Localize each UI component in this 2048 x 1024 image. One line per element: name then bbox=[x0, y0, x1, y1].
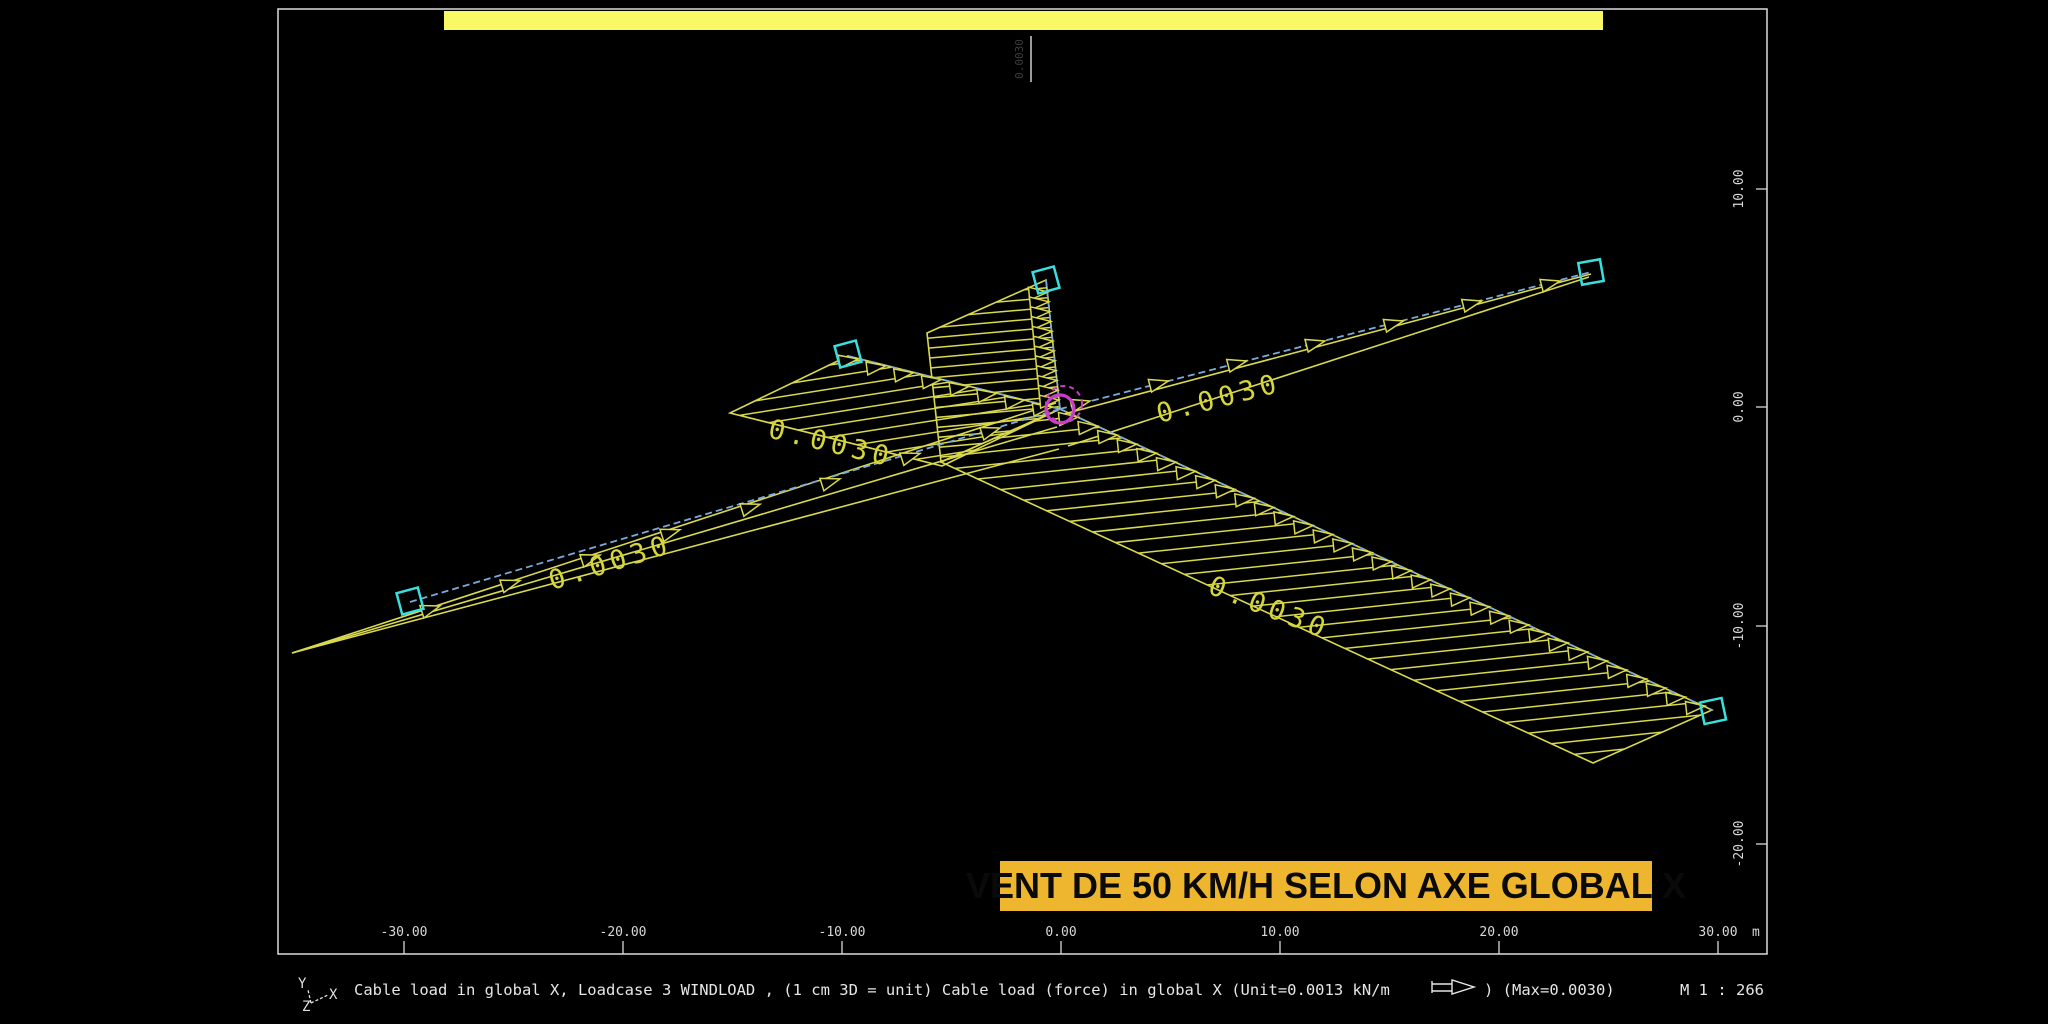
plot-scale-text: M 1 : 266 bbox=[1680, 981, 1764, 999]
y-axis-tick-label: 0.00 bbox=[1732, 391, 1747, 422]
title-banner-text: VENT DE 50 KM/H SELON AXE GLOBAL X bbox=[966, 865, 1686, 906]
triad-label-z: Z bbox=[302, 999, 310, 1015]
top-color-bar bbox=[444, 11, 1603, 30]
wingraf-viewport[interactable]: 0.0030 -30.00 -20.00 -10.00 0.00 10.00 20.00 3… bbox=[0, 0, 2048, 1024]
x-axis-tick-label: 30.00 bbox=[1698, 925, 1737, 940]
x-axis-unit-label: m bbox=[1752, 925, 1760, 940]
top-ruler-label: 0.0030 bbox=[1013, 39, 1026, 79]
x-axis-tick-label: -10.00 bbox=[819, 925, 866, 940]
y-axis-tick-label: -10.00 bbox=[1732, 603, 1747, 650]
triad-label-y: Y bbox=[298, 976, 307, 992]
triad-label-x: X bbox=[329, 987, 338, 1003]
status-max-text: ) (Max=0.0030) bbox=[1484, 981, 1615, 999]
status-text: Cable load in global X, Loadcase 3 WINDL… bbox=[354, 981, 1390, 999]
x-axis-tick-label: 0.00 bbox=[1045, 925, 1076, 940]
status-bar: Cable load in global X, Loadcase 3 WINDL… bbox=[354, 980, 1764, 999]
x-axis-tick-label: 20.00 bbox=[1479, 925, 1518, 940]
x-axis-tick-label: -20.00 bbox=[600, 925, 647, 940]
x-axis-tick-label: -30.00 bbox=[381, 925, 428, 940]
x-axis-tick-label: 10.00 bbox=[1260, 925, 1299, 940]
y-axis-tick-label: 10.00 bbox=[1732, 169, 1747, 208]
y-axis-tick-label: -20.00 bbox=[1732, 821, 1747, 868]
title-banner: VENT DE 50 KM/H SELON AXE GLOBAL X bbox=[966, 861, 1686, 911]
